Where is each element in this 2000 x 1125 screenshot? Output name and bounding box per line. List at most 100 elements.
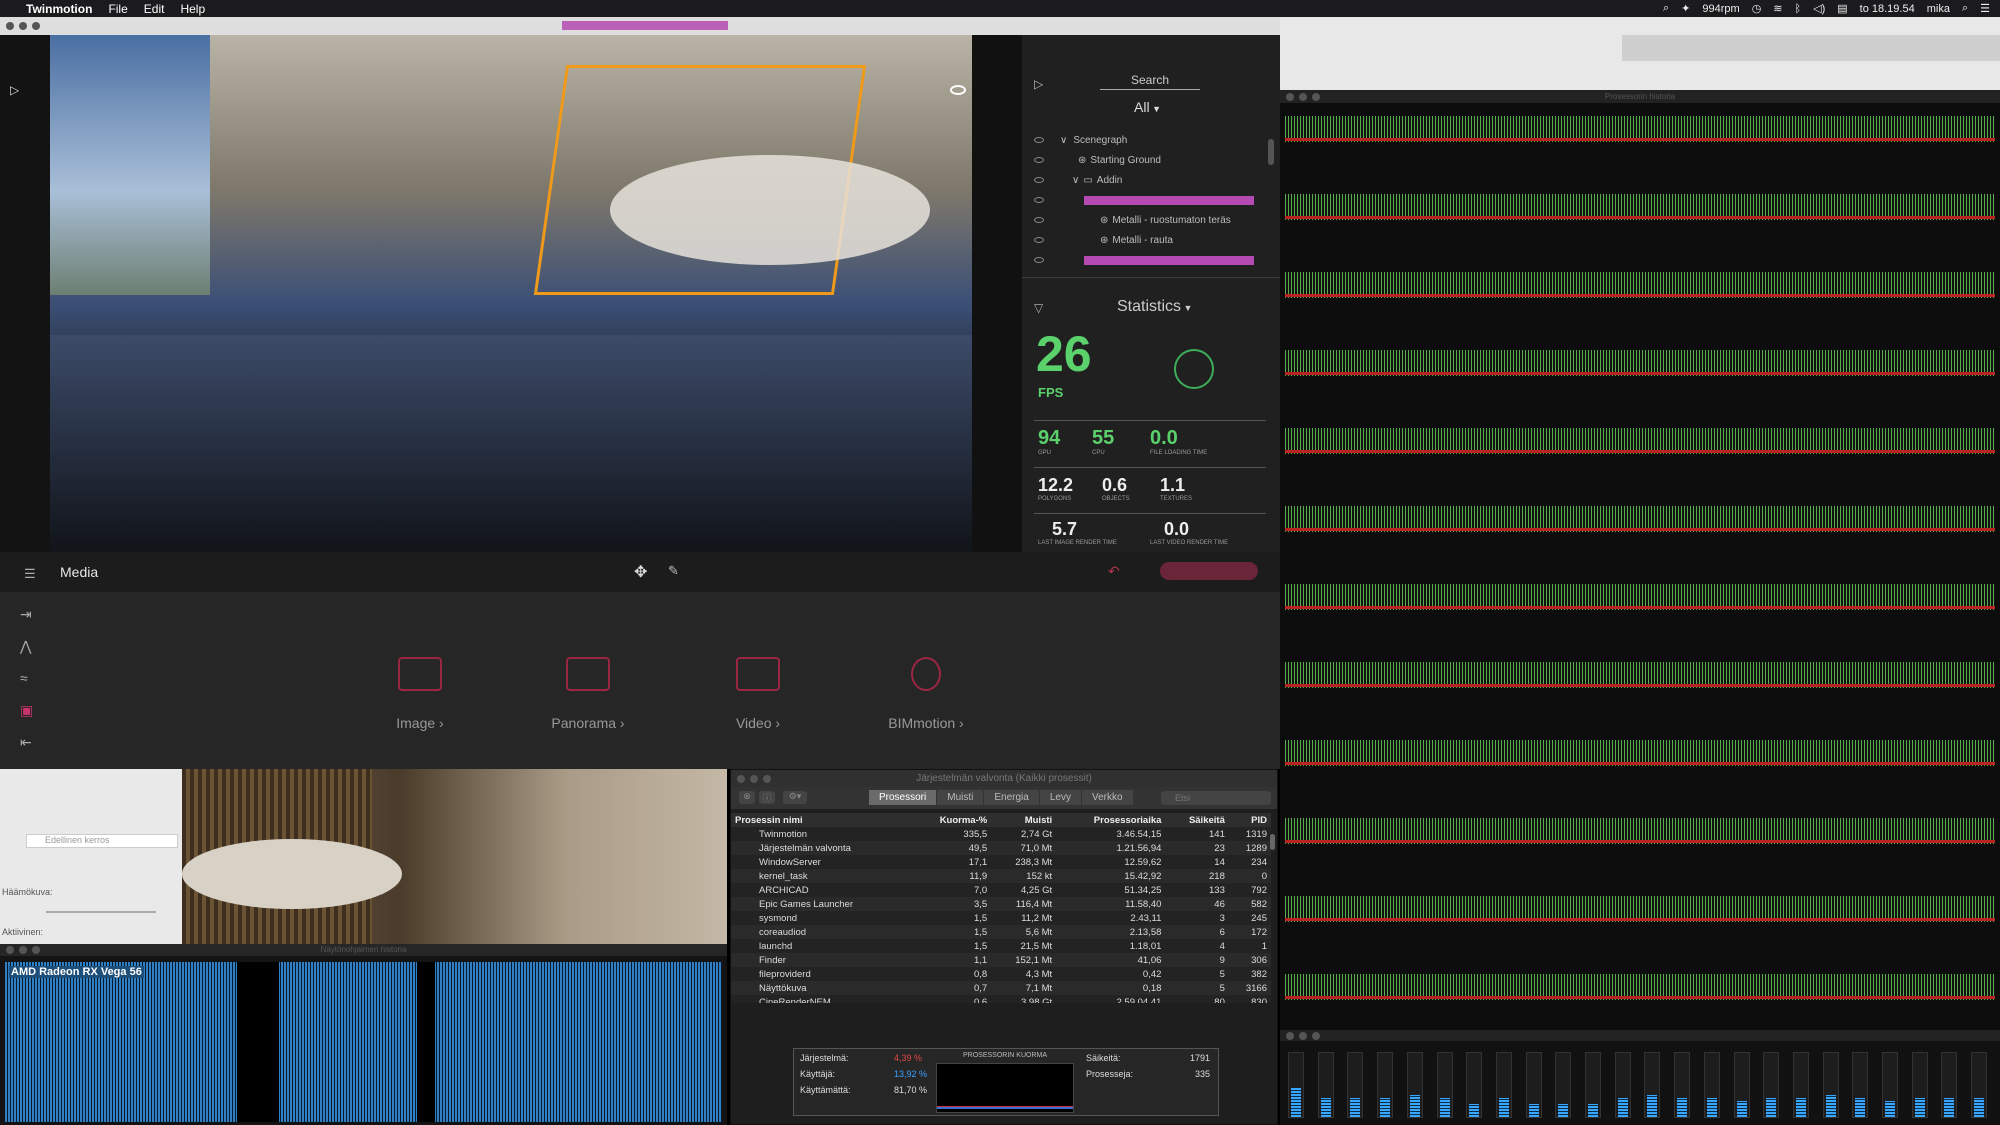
eye-icon[interactable]: [1034, 217, 1044, 223]
eye-icon[interactable]: [1034, 157, 1044, 163]
filter-dropdown[interactable]: All ▼: [1134, 99, 1161, 115]
notification-center-icon[interactable]: ☰: [1980, 2, 1990, 15]
zoom-button[interactable]: [32, 22, 40, 30]
build-icon[interactable]: ⋀: [20, 638, 31, 655]
3d-viewport[interactable]: [50, 35, 972, 552]
table-row[interactable]: Finder 1,1 152,1 Mt 41,06 9 306: [731, 953, 1271, 967]
close-button[interactable]: [737, 775, 745, 783]
time-machine-icon[interactable]: ◷: [1752, 2, 1762, 15]
eye-icon[interactable]: [1034, 137, 1044, 143]
menu-help[interactable]: Help: [180, 2, 205, 16]
tree-item-redacted-2[interactable]: [1034, 252, 1254, 268]
tab-network[interactable]: Verkko: [1081, 790, 1134, 805]
clock[interactable]: to 18.19.54: [1860, 3, 1915, 15]
eye-icon[interactable]: [1034, 237, 1044, 243]
tree-item-redacted[interactable]: [1034, 192, 1254, 208]
minimize-button[interactable]: [19, 946, 27, 954]
table-scrollbar[interactable]: [1270, 834, 1275, 850]
stop-process-icon[interactable]: ⊗: [739, 791, 755, 804]
minimize-button[interactable]: [750, 775, 758, 783]
menu-edit[interactable]: Edit: [144, 2, 165, 16]
search-input[interactable]: [1161, 791, 1271, 805]
tab-cpu[interactable]: Prosessori: [869, 790, 938, 805]
statistics-dropdown[interactable]: Statistics ▼: [1117, 298, 1192, 316]
table-row[interactable]: launchd 1,5 21,5 Mt 1.18,01 4 1: [731, 939, 1271, 953]
tab-disk[interactable]: Levy: [1039, 790, 1082, 805]
tab-memory[interactable]: Muisti: [937, 790, 985, 805]
wifi-icon[interactable]: ≋: [1773, 2, 1782, 15]
eye-icon[interactable]: [1034, 197, 1044, 203]
eye-icon[interactable]: [1034, 257, 1044, 263]
table-row[interactable]: WindowServer 17,1 238,3 Mt 12.59,62 14 234: [731, 855, 1271, 869]
table-row[interactable]: CineRenderNEM 0,6 3,98 Gt 2.59.04,41 80 830: [731, 995, 1271, 1003]
bluetooth-icon[interactable]: ᛒ: [1795, 3, 1802, 15]
collapse-panel-icon[interactable]: ▷: [1034, 77, 1043, 91]
search-icon[interactable]: ⌕: [1962, 2, 1968, 15]
col-name[interactable]: Prosessin nimi: [731, 813, 911, 827]
col-cpu[interactable]: Kuorma-%: [911, 813, 991, 827]
table-row[interactable]: coreaudiod 1,5 5,6 Mt 2.13,58 6 172: [731, 925, 1271, 939]
tree-expand-icon[interactable]: ∨: [1072, 175, 1079, 186]
visibility-eye-icon[interactable]: [950, 85, 966, 95]
zoom-button[interactable]: [1312, 1032, 1320, 1040]
tree-item-scenegraph[interactable]: ∨ Scenegraph: [1034, 132, 1127, 148]
table-row[interactable]: Twinmotion 335,5 2,74 Gt 3.46.54,15 141 1319: [731, 827, 1271, 841]
tree-expand-icon[interactable]: ∨: [1060, 135, 1067, 146]
col-cpu-time[interactable]: Prosessoriaika: [1056, 813, 1165, 827]
spotlight-icon[interactable]: ⌕: [1663, 2, 1669, 15]
expand-panel-icon[interactable]: ▷: [10, 83, 19, 97]
close-button[interactable]: [6, 946, 14, 954]
user-name[interactable]: mika: [1927, 3, 1950, 15]
pen-tool-icon[interactable]: ✎: [668, 563, 679, 579]
col-pid[interactable]: PID: [1229, 813, 1271, 827]
hamburger-menu-icon[interactable]: ☰: [24, 566, 36, 582]
table-row[interactable]: ARCHICAD 7,0 4,25 Gt 51.34,25 133 792: [731, 883, 1271, 897]
landscape-icon[interactable]: ≈: [20, 670, 28, 686]
gear-icon[interactable]: ⚙▾: [783, 791, 807, 804]
media-nav-icon[interactable]: ▣: [20, 702, 33, 719]
import-icon[interactable]: ⇥: [20, 606, 32, 623]
table-row[interactable]: sysmond 1,5 11,2 Mt 2.43,11 3 245: [731, 911, 1271, 925]
opacity-slider[interactable]: [46, 911, 156, 913]
media-video[interactable]: Video ›: [698, 657, 818, 731]
tree-item-starting-ground[interactable]: ⊛ Starting Ground: [1034, 152, 1161, 168]
dropbox-icon[interactable]: ✦: [1681, 2, 1690, 15]
eye-icon[interactable]: [1034, 177, 1044, 183]
prev-floor-field[interactable]: Edellinen kerros: [26, 834, 178, 848]
inspect-process-icon[interactable]: ⓘ: [759, 791, 775, 804]
close-button[interactable]: [1286, 1032, 1294, 1040]
minimize-button[interactable]: [19, 22, 27, 30]
export-icon[interactable]: ⇤: [20, 734, 32, 751]
undo-icon[interactable]: ↶: [1108, 563, 1120, 580]
scenegraph-scrollbar[interactable]: [1268, 139, 1274, 165]
keyboard-icon[interactable]: ▤: [1837, 2, 1847, 15]
zoom-button[interactable]: [763, 775, 771, 783]
statistics-collapse-icon[interactable]: ▽: [1034, 301, 1043, 315]
fan-speed[interactable]: 994rpm: [1702, 3, 1739, 15]
close-button[interactable]: [6, 22, 14, 30]
app-menu[interactable]: Twinmotion: [26, 2, 92, 16]
zoom-button[interactable]: [1312, 93, 1320, 101]
tree-item-metalli-ruostumaton[interactable]: ⊛ Metalli - ruostumaton teräs: [1034, 212, 1231, 228]
archicad-3d-view[interactable]: [182, 769, 727, 944]
move-tool-icon[interactable]: ✥: [634, 562, 647, 582]
menu-file[interactable]: File: [108, 2, 127, 16]
col-memory[interactable]: Muisti: [991, 813, 1056, 827]
volume-icon[interactable]: ◁): [1813, 2, 1825, 15]
tab-energy[interactable]: Energia: [984, 790, 1040, 805]
minimize-button[interactable]: [1299, 1032, 1307, 1040]
quit-media-mode-button-redacted[interactable]: [1160, 562, 1258, 580]
zoom-button[interactable]: [32, 946, 40, 954]
background-tab[interactable]: [1622, 35, 2000, 61]
close-button[interactable]: [1286, 93, 1294, 101]
table-row[interactable]: fileproviderd 0,8 4,3 Mt 0,42 5 382: [731, 967, 1271, 981]
table-row[interactable]: kernel_task 11,9 152 kt 15.42,92 218 0: [731, 869, 1271, 883]
minimize-button[interactable]: [1299, 93, 1307, 101]
performance-icon[interactable]: [1174, 349, 1214, 389]
table-row[interactable]: Järjestelmän valvonta 49,5 71,0 Mt 1.21.56,…: [731, 841, 1271, 855]
search-field[interactable]: Search: [1100, 73, 1200, 90]
media-panorama[interactable]: Panorama ›: [528, 657, 648, 731]
tree-item-addin[interactable]: ∨ ▭ Addin: [1034, 172, 1122, 188]
table-row[interactable]: Epic Games Launcher 3,5 116,4 Mt 11.58,40 46…: [731, 897, 1271, 911]
media-image[interactable]: Image ›: [360, 657, 480, 731]
